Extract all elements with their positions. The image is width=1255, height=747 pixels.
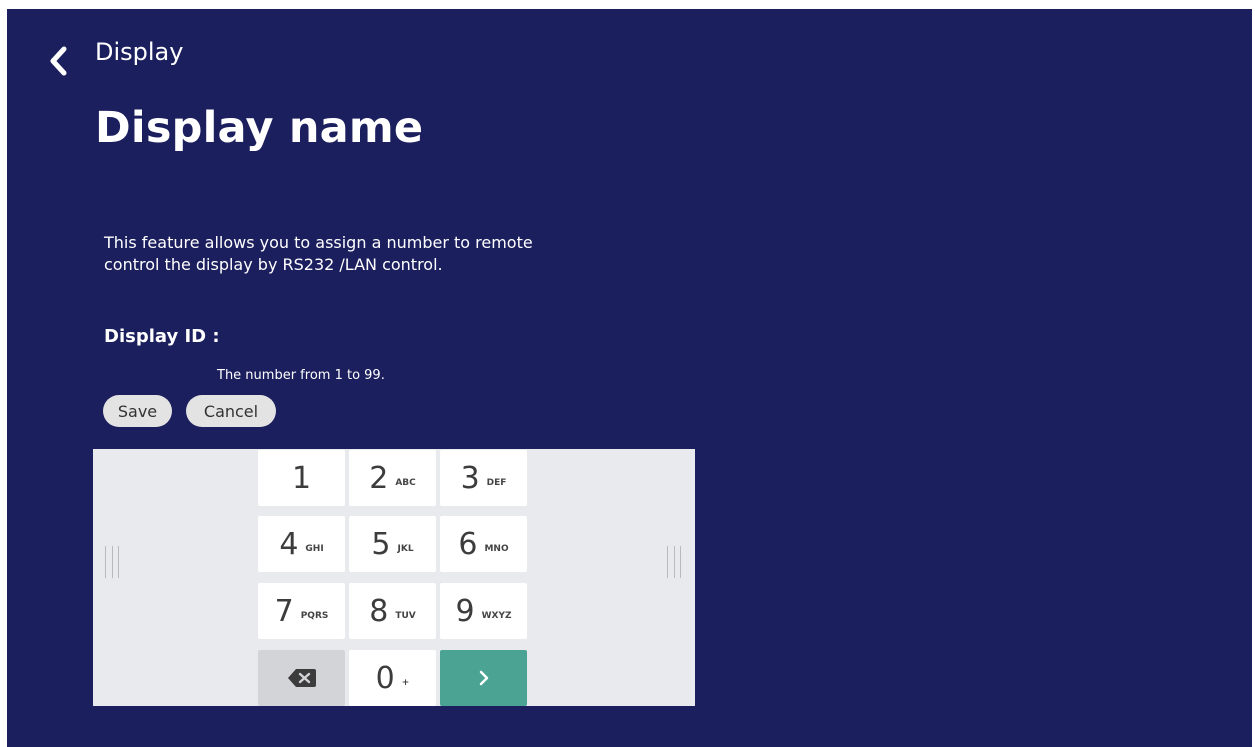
chevron-left-icon [50,46,67,76]
key-letters: ABC [395,478,416,488]
numeric-keyboard: 1 2 ABC 3 DEF 4 GHI 5 JKL 6 MNO 7 PQRS 8… [93,449,695,706]
key-6[interactable]: 6 MNO [440,516,527,572]
back-button[interactable] [45,41,73,81]
key-digit: 4 [279,526,299,562]
backspace-icon [287,669,316,687]
key-digit: 3 [460,460,480,496]
key-letters: TUV [395,611,416,621]
key-letters: WXYZ [481,611,512,621]
cancel-button[interactable]: Cancel [186,395,276,427]
key-digit: 9 [455,593,475,629]
next-key[interactable] [440,650,527,706]
key-letters: PQRS [300,611,329,621]
key-1[interactable]: 1 [258,450,345,506]
key-digit: 7 [274,593,294,629]
key-5[interactable]: 5 JKL [349,516,436,572]
display-id-label: Display ID : [104,326,220,347]
description-text: This feature allows you to assign a numb… [104,233,533,274]
key-4[interactable]: 4 GHI [258,516,345,572]
key-letters: MNO [484,544,509,554]
key-7[interactable]: 7 PQRS [258,583,345,639]
key-0[interactable]: 0 + [349,650,436,706]
key-digit: 0 [375,660,395,696]
keyboard-drag-handle-left[interactable] [105,546,119,578]
key-digit: 2 [369,460,389,496]
key-letters: + [401,678,410,688]
key-digit: 1 [291,460,312,496]
key-digit: 5 [371,526,391,562]
breadcrumb: Display [95,38,184,66]
key-letters: GHI [305,544,324,554]
key-8[interactable]: 8 TUV [349,583,436,639]
key-2[interactable]: 2 ABC [349,450,436,506]
settings-screen: Display Display name This feature allows… [7,9,1252,747]
key-letters: DEF [486,478,507,488]
chevron-right-icon [479,670,488,686]
display-id-hint: The number from 1 to 99. [217,368,385,383]
save-button[interactable]: Save [103,395,172,427]
key-9[interactable]: 9 WXYZ [440,583,527,639]
key-digit: 8 [369,593,389,629]
key-3[interactable]: 3 DEF [440,450,527,506]
key-digit: 6 [458,526,478,562]
backspace-key[interactable] [258,650,345,706]
key-letters: JKL [397,544,414,554]
page-title: Display name [95,103,424,153]
keyboard-drag-handle-right[interactable] [667,546,681,578]
